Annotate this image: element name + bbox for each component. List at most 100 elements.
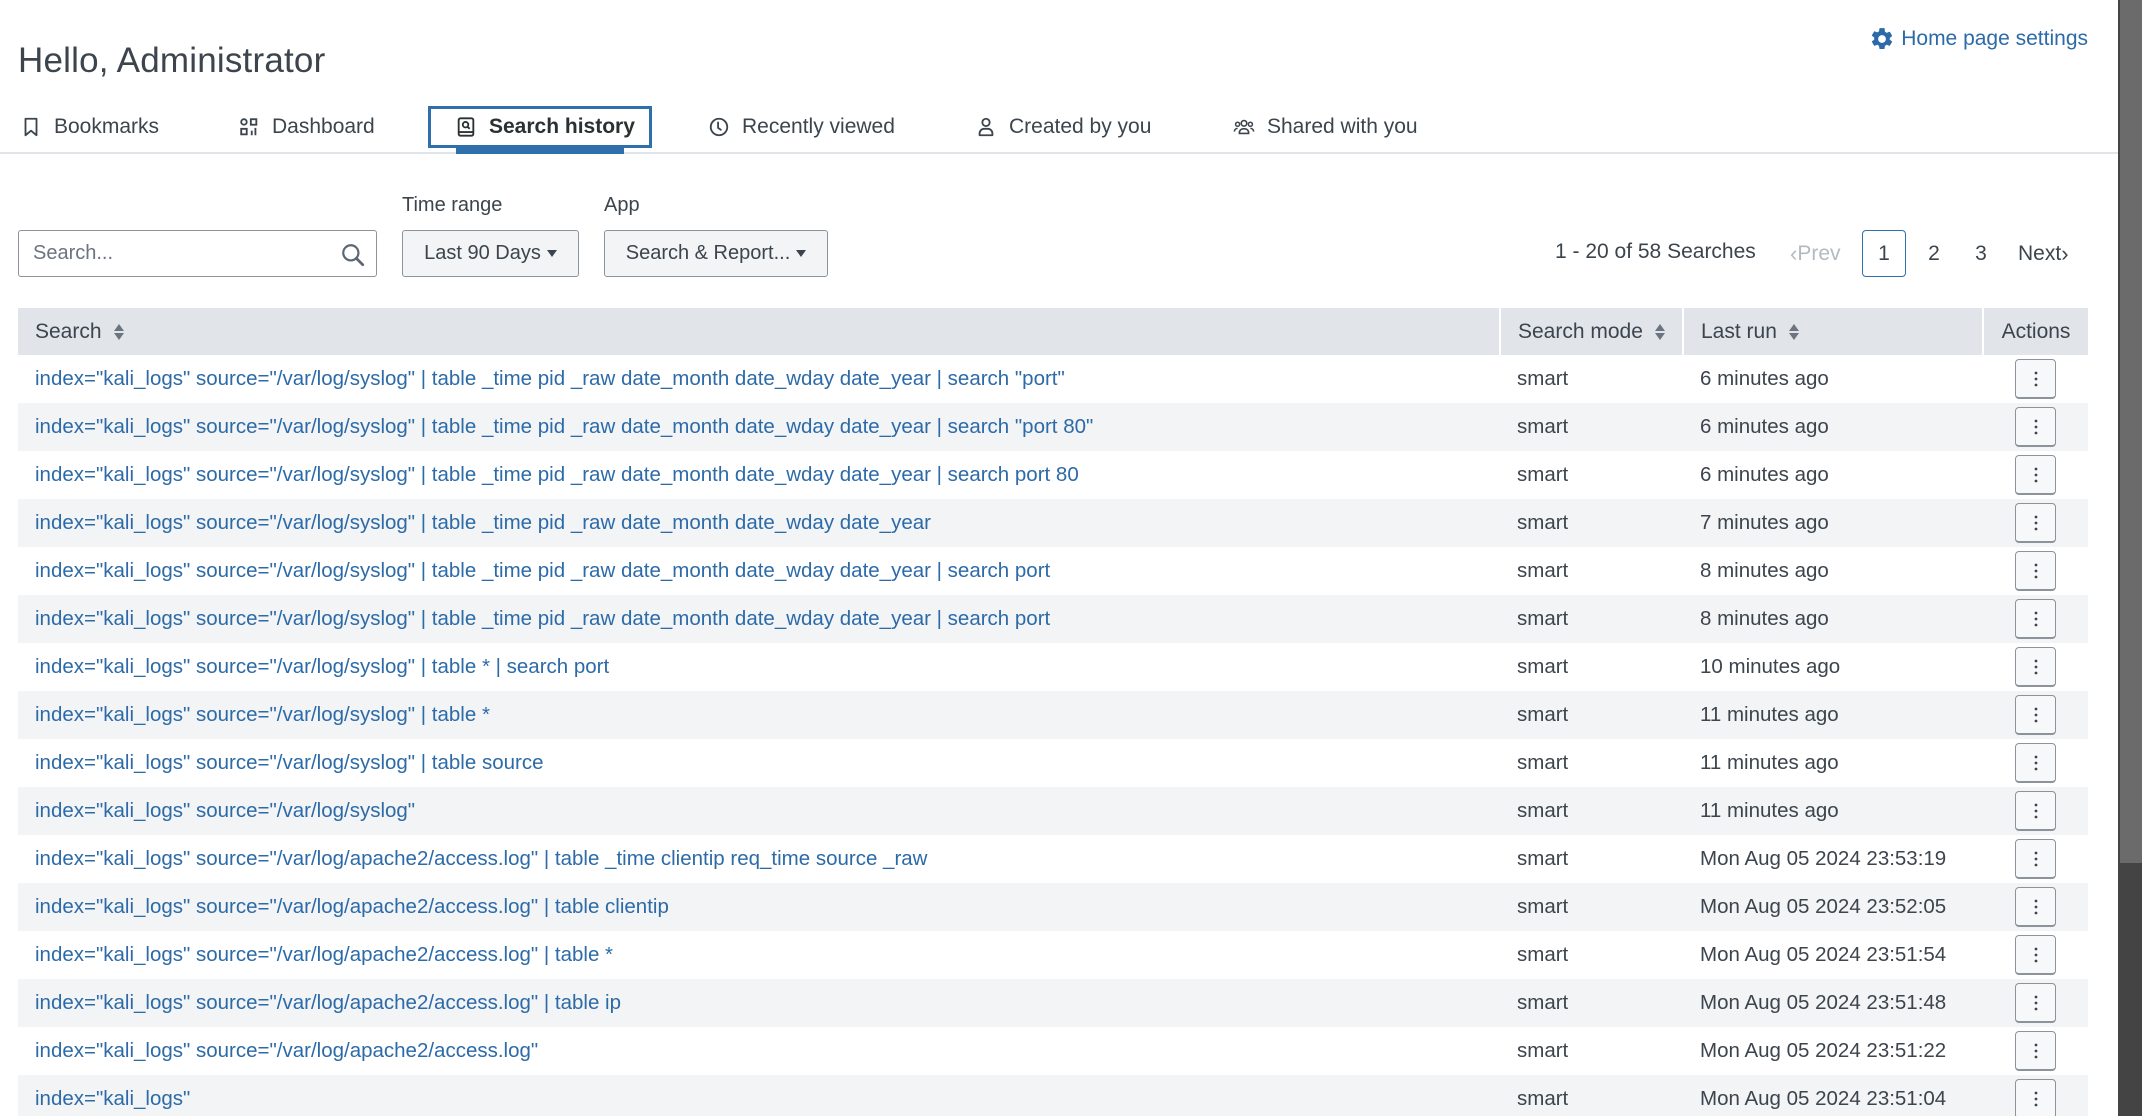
tab-shared-with-you[interactable]: Shared with you [1233,106,1418,148]
search-icon[interactable] [340,242,366,268]
search-query-link[interactable]: index="kali_logs" source="/var/log/syslo… [18,403,1500,451]
home-page-settings-link[interactable]: Home page settings [1869,26,2088,52]
row-actions-button[interactable] [2015,791,2056,831]
actions-cell [1983,547,2088,595]
clock-icon [709,117,729,137]
search-query-link[interactable]: index="kali_logs" source="/var/log/apach… [18,883,1500,931]
search-mode-cell: smart [1517,463,1569,486]
search-query-link[interactable]: index="kali_logs" source="/var/log/syslo… [18,595,1500,643]
table-row: index="kali_logs" source="/var/log/apach… [18,979,2088,1027]
row-actions-button[interactable] [2015,935,2056,975]
last-run-cell: Mon Aug 05 2024 23:51:48 [1683,979,1983,1027]
table-row: index="kali_logs" smart Mon Aug 05 2024 23… [18,1075,2088,1116]
row-actions-button[interactable] [2015,743,2056,783]
search-query-link[interactable]: index="kali_logs" source="/var/log/apach… [18,979,1500,1027]
last-run-cell: 6 minutes ago [1700,367,1829,390]
prev-label: Prev [1797,241,1841,265]
row-actions-button[interactable] [2015,407,2056,447]
tab-dashboard[interactable]: Dashboard [238,106,375,148]
tab-bookmarks[interactable]: Bookmarks [20,106,159,148]
actions-cell [1983,643,2088,691]
more-vertical-icon [2034,419,2037,434]
table-body: index="kali_logs" source="/var/log/syslo… [18,355,2088,1116]
actions-cell [1983,355,2088,403]
search-query-link[interactable]: index="kali_logs" source="/var/log/syslo… [18,547,1500,595]
search-query-link[interactable]: index="kali_logs" source="/var/log/syslo… [18,499,1500,547]
actions-cell [1983,931,2088,979]
page-3-button[interactable]: 3 [1959,230,2003,277]
row-actions-button[interactable] [2015,503,2056,543]
search-query-link[interactable]: index="kali_logs" source="/var/log/apach… [18,1027,1500,1075]
search-query-link[interactable]: index="kali_logs" source="/var/log/syslo… [18,787,1500,835]
search-query-link[interactable]: index="kali_logs" source="/var/log/apach… [18,835,1500,883]
search-mode-cell: smart [1500,1075,1683,1116]
search-mode-cell: smart [1517,751,1569,774]
actions-cell [1983,883,2088,931]
actions-cell [1983,979,2088,1027]
time-range-dropdown[interactable]: Last 90 Days [402,230,579,277]
column-header-search-mode[interactable]: Search mode [1499,308,1683,355]
row-actions-button[interactable] [2015,983,2056,1023]
time-range-value: Last 90 Days [424,242,541,264]
more-vertical-icon [2034,899,2037,914]
search-query-link[interactable]: index="kali_logs" source="/var/log/syslo… [18,355,1500,403]
row-actions-button[interactable] [2015,887,2056,927]
column-header-actions: Actions [1982,308,2088,355]
column-header-last-run[interactable]: Last run [1682,308,1983,355]
row-actions-button[interactable] [2015,551,2056,591]
actions-cell [1983,691,2088,739]
home-page: Hello, Administrator Home page settings … [0,0,2118,1116]
tab-created-by-you[interactable]: Created by you [975,106,1151,148]
next-page-button[interactable]: Next › [2018,230,2069,277]
search-query-link[interactable]: index="kali_logs" source="/var/log/apach… [18,931,1500,979]
vertical-scrollbar[interactable] [2118,0,2142,1116]
last-run-cell: 11 minutes ago [1683,691,1983,739]
column-header-search[interactable]: Search [18,308,1500,355]
search-query-link[interactable]: index="kali_logs" source="/var/log/syslo… [18,739,1500,787]
row-actions-button[interactable] [2015,647,2056,687]
search-input[interactable] [19,241,335,266]
table-row: index="kali_logs" source="/var/log/syslo… [18,643,2088,691]
table-row: index="kali_logs" source="/var/log/syslo… [18,547,2088,595]
more-vertical-icon [2034,1043,2037,1058]
sort-icon[interactable] [1654,323,1665,341]
search-query-link[interactable]: index="kali_logs" [18,1075,1500,1116]
search-mode-cell: smart [1517,655,1569,678]
row-actions-button[interactable] [2015,1079,2056,1116]
more-vertical-icon [2034,659,2037,674]
actions-cell [1983,1075,2088,1116]
row-actions-button[interactable] [2015,359,2056,399]
scrollbar-thumb[interactable] [2120,0,2142,863]
row-actions-button[interactable] [2015,599,2056,639]
row-actions-button[interactable] [2015,1031,2056,1071]
table-row: index="kali_logs" source="/var/log/syslo… [18,787,2088,835]
row-actions-button[interactable] [2015,695,2056,735]
more-vertical-icon [2034,611,2037,626]
search-field[interactable] [18,230,377,277]
tab-label: Created by you [1009,115,1152,138]
more-vertical-icon [2034,707,2037,722]
table-row: index="kali_logs" source="/var/log/syslo… [18,499,2088,547]
more-vertical-icon [2034,947,2037,962]
table-row: index="kali_logs" source="/var/log/syslo… [18,739,2088,787]
last-run-cell: Mon Aug 05 2024 23:51:54 [1700,943,1947,966]
caret-down-icon [796,250,807,257]
last-run-cell: 11 minutes ago [1700,751,1839,774]
search-mode-cell: smart [1500,979,1683,1027]
app-dropdown[interactable]: Search & Report... [604,230,828,277]
search-query-link[interactable]: index="kali_logs" source="/var/log/syslo… [18,691,1500,739]
sort-icon[interactable] [113,323,124,341]
page-1-button[interactable]: 1 [1862,230,1906,277]
last-run-cell: 6 minutes ago [1683,403,1983,451]
page-2-button[interactable]: 2 [1912,230,1956,277]
last-run-cell: 8 minutes ago [1683,595,1983,643]
row-actions-button[interactable] [2015,455,2056,495]
tab-search-history[interactable]: Search history [428,106,652,154]
tab-recently-viewed[interactable]: Recently viewed [708,106,895,148]
search-query-link[interactable]: index="kali_logs" source="/var/log/syslo… [18,451,1500,499]
next-label: Next [2018,241,2062,265]
search-query-link[interactable]: index="kali_logs" source="/var/log/syslo… [18,643,1500,691]
sort-icon[interactable] [1788,323,1799,341]
prev-page-button[interactable]: ‹ Prev [1790,230,1841,277]
row-actions-button[interactable] [2015,839,2056,879]
